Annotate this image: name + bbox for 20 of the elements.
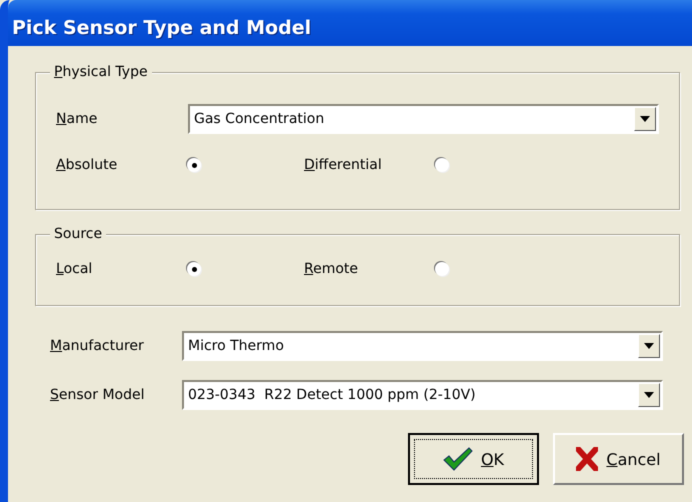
field-label: Name xyxy=(56,111,98,127)
radio-label: Absolute xyxy=(56,157,118,173)
radio-button[interactable] xyxy=(187,262,201,276)
dropdown-field[interactable]: Micro Thermo xyxy=(182,331,663,361)
field-label: Manufacturer xyxy=(50,338,145,354)
window-title: Pick Sensor Type and Model xyxy=(8,0,692,46)
dropdown-field[interactable]: Gas Concentration xyxy=(188,104,659,134)
checkmark-icon xyxy=(442,447,473,471)
radio-label: Differential xyxy=(304,157,383,173)
radio-button[interactable] xyxy=(187,158,201,172)
dropdown-field[interactable]: 023-0343 R22 Detect 1000 ppm (2-10V) xyxy=(182,380,663,410)
radio-label: Remote xyxy=(304,261,360,277)
group-legend: Physical Type xyxy=(50,62,152,82)
radio-button[interactable] xyxy=(435,158,449,172)
cancel-button[interactable]: Cancel xyxy=(553,433,684,485)
radio-label: Local xyxy=(56,261,94,277)
ok-button[interactable]: OK xyxy=(408,433,539,485)
radio-button[interactable] xyxy=(435,262,449,276)
x-mark-icon xyxy=(576,447,598,471)
field-label: Sensor Model xyxy=(50,387,146,403)
